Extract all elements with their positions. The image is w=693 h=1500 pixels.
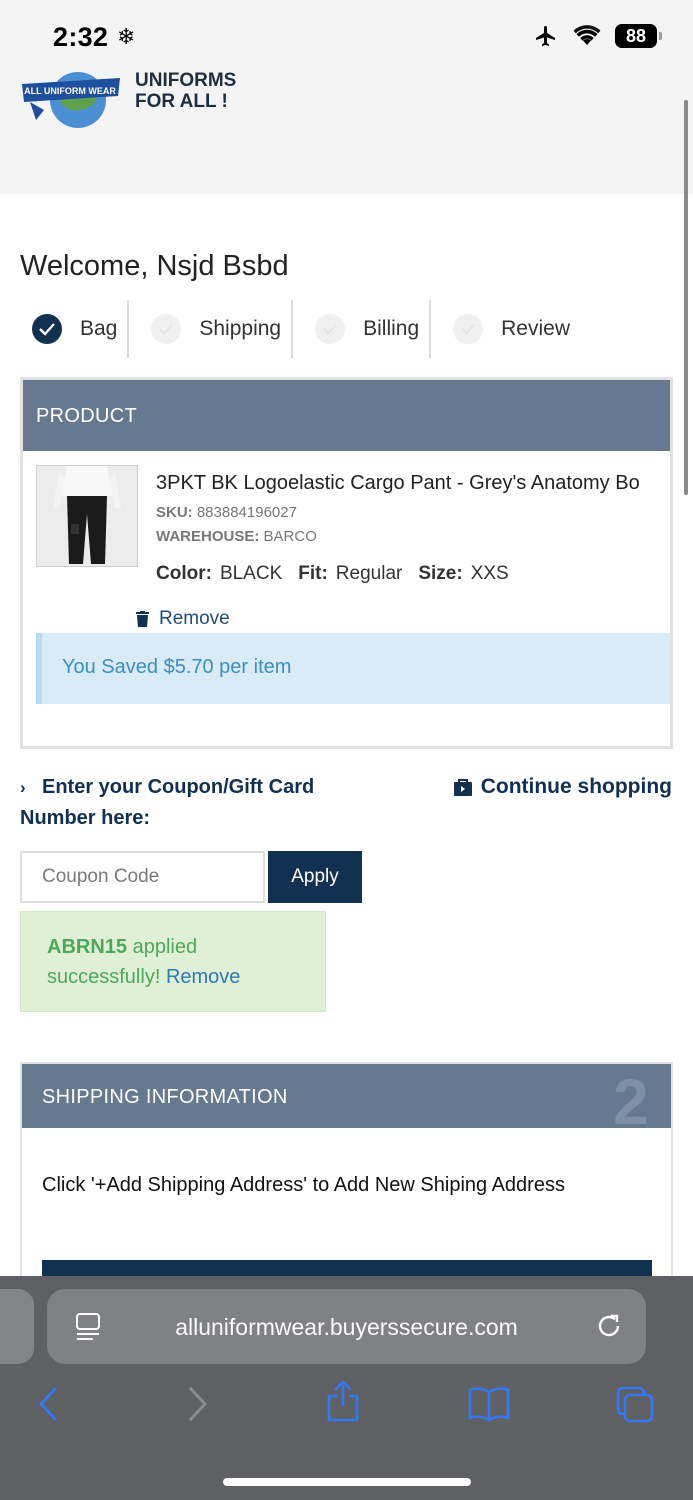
continue-shopping-label: Continue shopping: [480, 775, 672, 798]
color-label: Color:: [156, 563, 212, 584]
sku-label: SKU:: [156, 504, 193, 521]
remove-label: Remove: [159, 608, 230, 629]
brand-line-2: FOR ALL !: [135, 91, 228, 112]
reload-icon[interactable]: [594, 1311, 624, 1341]
check-icon: [315, 314, 346, 344]
shopping-bag-icon: [453, 779, 472, 796]
checkout-steps: Bag Shipping Billing Review: [20, 300, 672, 358]
step-billing[interactable]: Billing: [291, 300, 429, 358]
coupon-prompt-line1: Enter your Coupon/Gift Card: [42, 776, 315, 798]
product-title[interactable]: 3PKT BK Logoelastic Cargo Pant - Grey's …: [156, 472, 640, 495]
tabs-icon[interactable]: [614, 1384, 656, 1424]
airplane-icon: [536, 26, 555, 46]
size-label: Size:: [418, 563, 463, 584]
share-icon[interactable]: [325, 1378, 361, 1424]
brand-tagline: UNIFORMS FOR ALL !: [135, 70, 236, 112]
product-sku: SKU: 883884196027: [156, 504, 297, 521]
trash-icon: [136, 611, 149, 627]
fit-value: Regular: [335, 563, 403, 584]
remove-coupon-link[interactable]: Remove: [166, 966, 240, 988]
address-bar[interactable]: alluniformwear.buyerssecure.com: [47, 1289, 646, 1364]
site-logo[interactable]: ALL UNIFORM WEAR: [20, 70, 125, 130]
step-label: Billing: [363, 317, 420, 340]
welcome-heading: Welcome, Nsjd Bsbd: [20, 250, 289, 282]
remove-item-button[interactable]: Remove: [136, 608, 230, 630]
back-icon[interactable]: [36, 1384, 60, 1424]
applied-text: applied: [132, 936, 198, 958]
product-warehouse: WAREHOUSE: BARCO: [156, 528, 317, 545]
fit-label: Fit:: [298, 563, 328, 584]
step-bag[interactable]: Bag: [20, 300, 127, 358]
battery-indicator: 88: [615, 24, 662, 48]
forward-icon[interactable]: [186, 1384, 210, 1424]
warehouse-value: BARCO: [263, 528, 317, 545]
status-time: 2:32: [53, 22, 109, 52]
step-label: Bag: [80, 317, 118, 340]
check-icon: [151, 314, 182, 344]
coupon-success-alert: ABRN15 applied successfully! Remove: [20, 911, 326, 1012]
apply-coupon-button[interactable]: Apply: [268, 851, 362, 903]
applied-coupon-code: ABRN15: [47, 936, 128, 958]
url-text: alluniformwear.buyerssecure.com: [175, 1314, 518, 1340]
sku-value: 883884196027: [196, 504, 297, 521]
shipping-header-title: SHIPPING INFORMATION: [42, 1086, 288, 1108]
shipping-header: SHIPPING INFORMATION 2: [22, 1064, 671, 1134]
color-value: BLACK: [219, 563, 283, 584]
step-number: 2: [613, 1066, 649, 1138]
coupon-prompt-line2: Number here:: [20, 807, 151, 829]
applied-text-2: successfully!: [47, 966, 161, 988]
chevron-right-icon: ›: [20, 778, 26, 797]
wifi-icon: [573, 25, 601, 45]
bookmarks-icon[interactable]: [467, 1384, 511, 1424]
step-shipping[interactable]: Shipping: [127, 300, 291, 358]
product-header: PRODUCT: [23, 380, 670, 451]
status-icons: 88: [533, 24, 662, 48]
continue-shopping-link[interactable]: Continue shopping: [453, 775, 672, 799]
coupon-toggle[interactable]: › Enter your Coupon/Gift Card Number here…: [20, 772, 340, 833]
check-icon: [453, 314, 484, 344]
home-indicator[interactable]: [223, 1478, 471, 1486]
size-value: XXS: [470, 563, 509, 584]
brand-line-1: UNIFORMS: [135, 70, 237, 91]
snowflake-icon: ❄: [117, 24, 136, 49]
shipping-card: SHIPPING INFORMATION 2 Click '+Add Shipp…: [20, 1062, 673, 1292]
coupon-code-input[interactable]: [20, 851, 265, 903]
logo-text: ALL UNIFORM WEAR: [24, 86, 116, 96]
savings-notice: You Saved $5.70 per item: [36, 633, 670, 704]
step-label: Review: [501, 317, 570, 340]
check-icon: [32, 314, 62, 344]
shipping-instruction: Click '+Add Shipping Address' to Add New…: [42, 1174, 565, 1196]
product-card: PRODUCT 3PKT BK Logoelastic Cargo Pant -…: [20, 377, 673, 749]
step-label: Shipping: [199, 317, 282, 340]
scrollbar[interactable]: [684, 100, 688, 495]
product-attributes: Color: BLACK Fit: Regular Size: XXS: [156, 563, 509, 585]
product-image[interactable]: [36, 465, 138, 567]
previous-tab[interactable]: [0, 1289, 34, 1364]
browser-toolbar: alluniformwear.buyerssecure.com: [0, 1276, 693, 1500]
step-review[interactable]: Review: [429, 300, 580, 358]
warehouse-label: WAREHOUSE:: [156, 528, 260, 545]
